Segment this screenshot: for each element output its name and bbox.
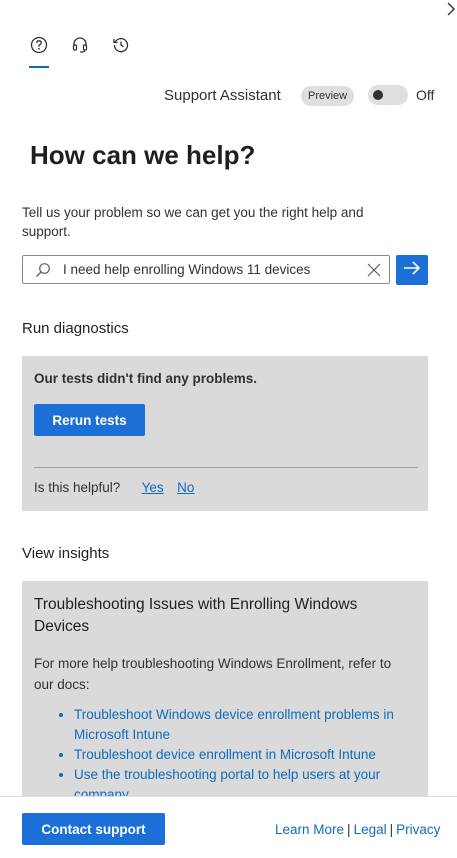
search-box: [22, 255, 390, 284]
support-assistant-toggle[interactable]: [368, 85, 408, 105]
list-item: Troubleshoot Windows device enrollment p…: [74, 705, 418, 745]
footer-links: Learn More | Legal | Privacy: [275, 822, 440, 837]
separator: |: [347, 822, 351, 837]
helpful-question: Is this helpful?: [34, 480, 121, 495]
active-tab-indicator: [29, 66, 49, 68]
preview-badge: Preview: [301, 86, 355, 106]
insight-links-list: Troubleshoot Windows device enrollment p…: [34, 705, 418, 805]
support-assistant-label: Support Assistant: [164, 87, 281, 104]
headset-icon: [71, 36, 89, 59]
clear-search-icon[interactable]: [367, 263, 381, 282]
insights-panel: Troubleshooting Issues with Enrolling Wi…: [22, 581, 428, 802]
insight-link-2[interactable]: Troubleshoot device enrollment in Micros…: [74, 747, 376, 762]
feedback-no-link[interactable]: No: [177, 480, 194, 495]
footer: Contact support Learn More | Legal | Privacy: [0, 796, 457, 858]
rerun-tests-button[interactable]: Rerun tests: [34, 404, 145, 436]
list-item: Troubleshoot device enrollment in Micros…: [74, 745, 418, 765]
insight-link-1[interactable]: Troubleshoot Windows device enrollment p…: [74, 707, 394, 742]
history-icon: [112, 36, 130, 59]
collapse-panel-chevron-icon[interactable]: [445, 2, 457, 16]
view-insights-title: View insights: [22, 545, 110, 562]
help-circle-icon: [30, 36, 48, 59]
tab-history[interactable]: [110, 36, 132, 58]
arrow-right-icon: [403, 260, 421, 281]
helpful-feedback: Is this helpful? Yes No: [34, 480, 194, 495]
diagnostics-result-text: Our tests didn't find any problems.: [34, 371, 257, 386]
contact-support-button[interactable]: Contact support: [22, 813, 165, 845]
submit-search-button[interactable]: [396, 255, 428, 285]
tab-contact[interactable]: [69, 36, 91, 58]
tab-help[interactable]: [28, 36, 50, 58]
separator: |: [389, 822, 394, 837]
toggle-knob: [373, 90, 383, 100]
divider: [34, 467, 418, 468]
learn-more-link[interactable]: Learn More: [275, 822, 344, 837]
toggle-state-label: Off: [416, 87, 435, 103]
run-diagnostics-title: Run diagnostics: [22, 320, 129, 337]
legal-link[interactable]: Legal: [354, 822, 387, 837]
feedback-yes-link[interactable]: Yes: [142, 480, 164, 495]
search-input[interactable]: [63, 257, 355, 282]
privacy-link[interactable]: Privacy: [396, 822, 440, 837]
insight-card-title: Troubleshooting Issues with Enrolling Wi…: [34, 596, 358, 635]
diagnostics-panel: Our tests didn't find any problems. Reru…: [22, 356, 428, 511]
page-title: How can we help?: [30, 140, 256, 170]
intro-text: Tell us your problem so we can get you t…: [22, 205, 364, 239]
insight-card-text: For more help troubleshooting Windows En…: [34, 656, 392, 692]
search-icon: [35, 262, 51, 283]
